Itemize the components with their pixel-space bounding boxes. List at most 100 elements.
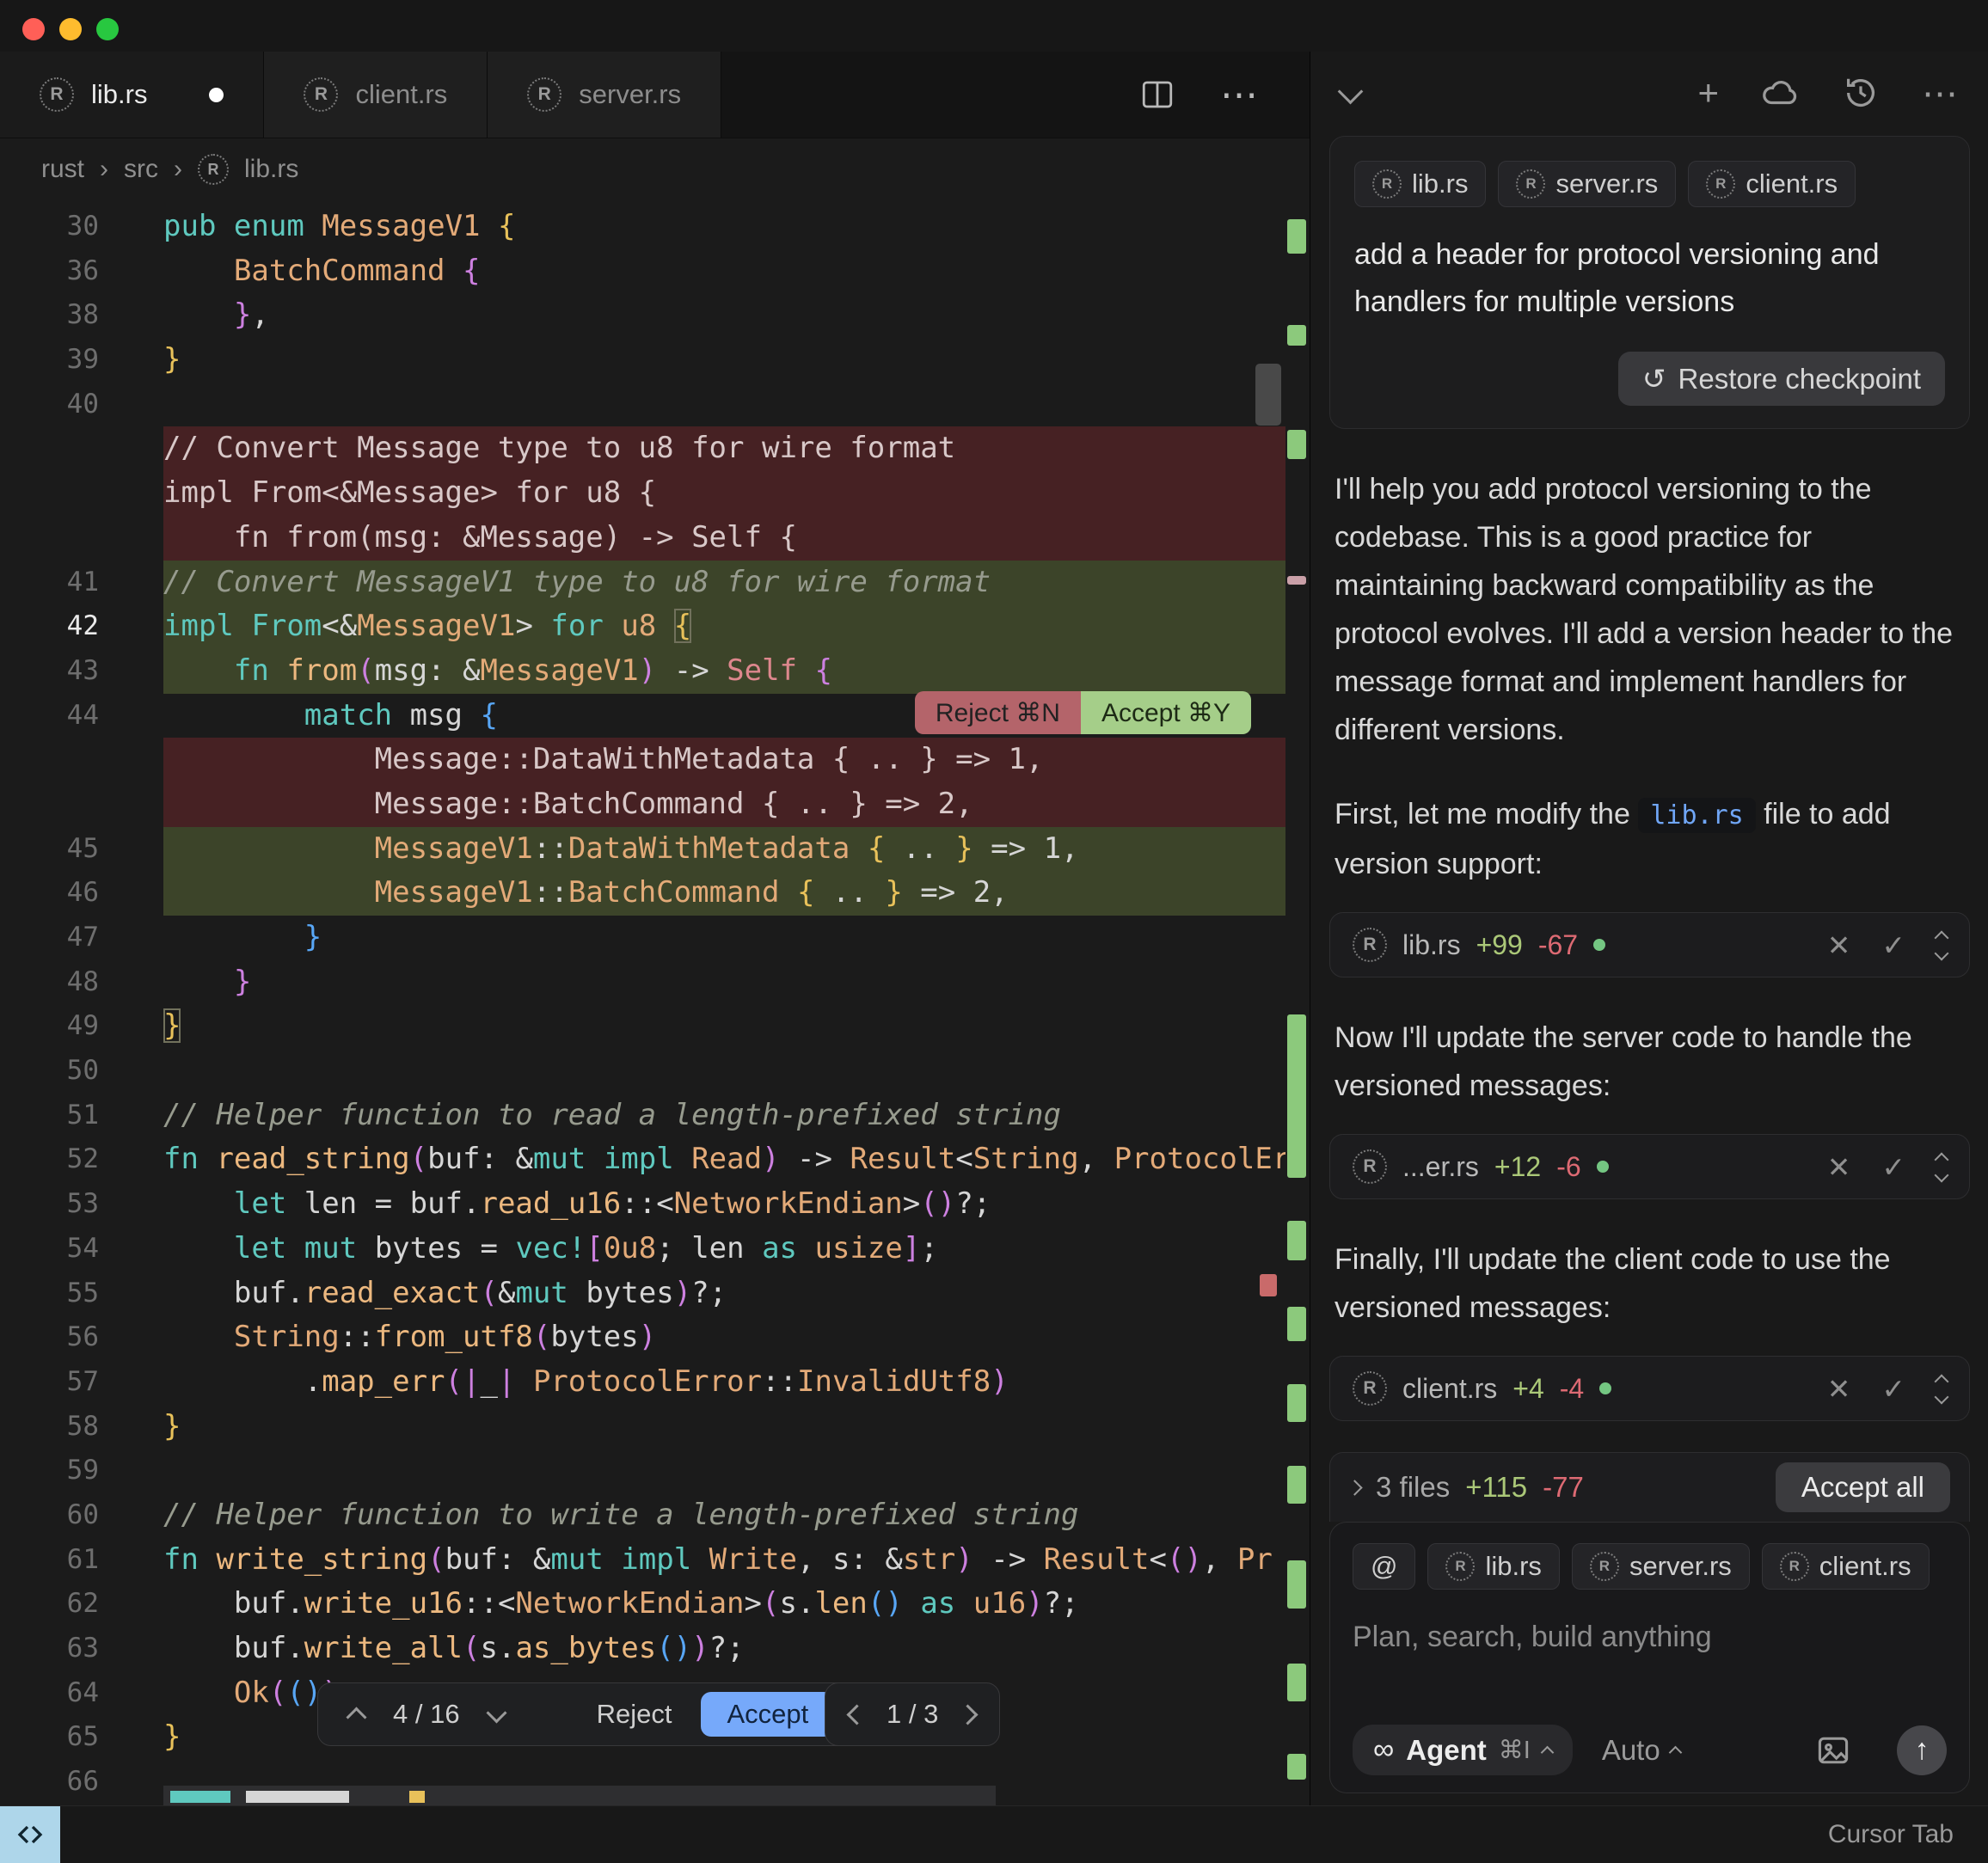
code-line[interactable]: 46 MessageV1::BatchCommand { .. } => 2, (0, 871, 1285, 916)
code-line[interactable]: 39} (0, 338, 1285, 383)
mention-button[interactable]: @ (1353, 1543, 1415, 1590)
code-line[interactable]: 43 fn from(msg: &MessageV1) -> Self { (0, 649, 1285, 694)
code-line[interactable]: 57 .map_err(|_| ProtocolError::InvalidUt… (0, 1360, 1285, 1405)
code-line[interactable]: 60// Helper function to write a length-p… (0, 1493, 1285, 1538)
breadcrumb-dir[interactable]: src (124, 155, 158, 184)
prev-file-icon[interactable] (846, 1704, 867, 1725)
code-line[interactable]: 59 (0, 1449, 1285, 1493)
accept-file-icon[interactable]: ✓ (1881, 1372, 1905, 1406)
attach-image-icon[interactable] (1814, 1731, 1852, 1769)
code-line[interactable]: 45 MessageV1::DataWithMetadata { .. } =>… (0, 827, 1285, 872)
breadcrumb-root[interactable]: rust (41, 155, 84, 184)
code-line[interactable]: 53 let len = buf.read_u16::<NetworkEndia… (0, 1182, 1285, 1227)
diff-ruler-mark (1260, 1274, 1277, 1296)
context-file-pill[interactable]: Rclient.rs (1762, 1543, 1930, 1590)
breadcrumb[interactable]: rust › src › R lib.rs (0, 138, 1310, 200)
code-area[interactable]: 30pub enum MessageV1 {36 BatchCommand {3… (0, 199, 1285, 1805)
code-text: MessageV1::BatchCommand { .. } => 2, (163, 871, 1285, 916)
breadcrumb-file[interactable]: lib.rs (244, 155, 298, 184)
code-text: // Helper function to write a length-pre… (163, 1493, 1285, 1538)
code-line[interactable]: 52fn read_string(buf: &mut impl Read) ->… (0, 1137, 1285, 1182)
window-minimize-button[interactable] (59, 18, 82, 40)
editor-scrollbar-thumb[interactable] (1255, 364, 1281, 426)
file-change-card[interactable]: R...er.rs+12-6✕✓ (1329, 1134, 1970, 1199)
reject-file-icon[interactable]: ✕ (1827, 1372, 1851, 1406)
code-line[interactable]: 48 } (0, 960, 1285, 1005)
rust-file-icon: R (1353, 1149, 1387, 1184)
code-line[interactable]: 54 let mut bytes = vec![0u8; len as usiz… (0, 1227, 1285, 1272)
lines-added: +4 (1512, 1373, 1543, 1405)
line-number (0, 782, 99, 827)
code-line[interactable]: 49} (0, 1004, 1285, 1049)
code-line[interactable]: 55 buf.read_exact(&mut bytes)?; (0, 1272, 1285, 1316)
code-line[interactable]: 56 String::from_utf8(bytes) (0, 1315, 1285, 1360)
code-line[interactable]: 30pub enum MessageV1 { (0, 205, 1285, 249)
expand-file-icon[interactable] (1936, 1149, 1947, 1184)
cursor-tab-label[interactable]: Cursor Tab (1828, 1806, 1954, 1863)
context-file-pill[interactable]: Rlib.rs (1354, 161, 1486, 207)
prev-diff-icon[interactable] (346, 1707, 366, 1727)
accept-file-icon[interactable]: ✓ (1881, 1150, 1905, 1184)
code-line[interactable]: 36 BatchCommand { (0, 249, 1285, 294)
context-file-pill[interactable]: Rserver.rs (1572, 1543, 1750, 1590)
code-line[interactable]: 47 } (0, 916, 1285, 960)
chat-input-box[interactable]: @ Rlib.rs Rserver.rs Rclient.rs Plan, sear… (1329, 1522, 1970, 1793)
code-line[interactable]: 63 buf.write_all(s.as_bytes())?; (0, 1627, 1285, 1671)
code-line[interactable]: 41// Convert MessageV1 type to u8 for wi… (0, 561, 1285, 605)
code-line[interactable]: 38 }, (0, 293, 1285, 338)
tab-lib-rs[interactable]: R lib.rs (0, 52, 264, 138)
inline-accept-button[interactable]: Accept ⌘Y (1081, 691, 1251, 734)
chat-more-icon[interactable]: ⋯ (1922, 72, 1958, 114)
inline-reject-button[interactable]: Reject ⌘N (915, 691, 1081, 734)
context-file-pill[interactable]: Rlib.rs (1427, 1543, 1559, 1590)
toolbar-accept-button[interactable]: Accept (701, 1692, 834, 1737)
window-maximize-button[interactable] (96, 18, 119, 40)
toolbar-reject-button[interactable]: Reject (597, 1699, 672, 1730)
code-line[interactable]: 61fn write_string(buf: &mut impl Write, … (0, 1538, 1285, 1583)
line-number: 53 (0, 1182, 99, 1227)
code-line[interactable]: Message::DataWithMetadata { .. } => 1, (0, 738, 1285, 782)
code-line[interactable]: 50 (0, 1049, 1285, 1094)
tab-server-rs[interactable]: R server.rs (488, 52, 721, 138)
context-file-pill[interactable]: Rclient.rs (1688, 161, 1856, 207)
cloud-icon[interactable] (1760, 73, 1800, 113)
code-line[interactable]: 42impl From<&MessageV1> for u8 { (0, 604, 1285, 649)
code-line[interactable]: 62 buf.write_u16::<NetworkEndian>(s.len(… (0, 1582, 1285, 1627)
context-file-pill[interactable]: Rserver.rs (1498, 161, 1676, 207)
file-change-card[interactable]: Rlib.rs+99-67✕✓ (1329, 912, 1970, 977)
code-line[interactable]: 40 (0, 383, 1285, 427)
split-editor-icon[interactable] (1139, 77, 1175, 113)
chat-input-placeholder[interactable]: Plan, search, build anything (1353, 1621, 1947, 1654)
accept-file-icon[interactable]: ✓ (1881, 928, 1905, 962)
code-text: fn from(msg: &Message) -> Self { (163, 516, 1285, 561)
tab-client-rs[interactable]: R client.rs (264, 52, 488, 138)
model-selector[interactable]: Auto (1602, 1734, 1680, 1767)
editor-more-icon[interactable]: ⋯ (1220, 73, 1258, 117)
window-close-button[interactable] (22, 18, 45, 40)
expand-file-icon[interactable] (1936, 1371, 1947, 1406)
code-line[interactable]: 58} (0, 1405, 1285, 1449)
code-line[interactable]: 51// Helper function to read a length-pr… (0, 1094, 1285, 1138)
next-file-icon[interactable] (958, 1704, 979, 1725)
code-line[interactable]: Message::BatchCommand { .. } => 2, (0, 782, 1285, 827)
cursor-tab-toggle-icon[interactable] (0, 1806, 60, 1863)
code-line[interactable]: // Convert Message type to u8 for wire f… (0, 426, 1285, 471)
history-icon[interactable] (1841, 73, 1881, 113)
code-line[interactable]: impl From<&Message> for u8 { (0, 471, 1285, 516)
new-chat-icon[interactable]: + (1697, 72, 1719, 113)
collapse-chat-icon[interactable] (1338, 78, 1364, 104)
diff-ruler-mark (1287, 1664, 1306, 1701)
reject-file-icon[interactable]: ✕ (1827, 1150, 1851, 1184)
agent-mode-selector[interactable]: ∞ Agent ⌘I (1353, 1725, 1573, 1775)
restore-checkpoint-button[interactable]: ↺ Restore checkpoint (1618, 352, 1945, 406)
file-change-card[interactable]: Rclient.rs+4-4✕✓ (1329, 1356, 1970, 1421)
next-diff-icon[interactable] (486, 1702, 506, 1723)
reject-file-icon[interactable]: ✕ (1827, 928, 1851, 962)
changes-summary-bar: 3 files +115 -77 Accept all (1329, 1452, 1970, 1522)
code-line[interactable]: fn from(msg: &Message) -> Self { (0, 516, 1285, 561)
accept-all-button[interactable]: Accept all (1776, 1462, 1950, 1512)
expand-file-icon[interactable] (1936, 928, 1947, 962)
expand-files-icon[interactable] (1347, 1480, 1362, 1495)
send-button[interactable]: ↑ (1897, 1725, 1947, 1775)
code-text (163, 1049, 1285, 1094)
